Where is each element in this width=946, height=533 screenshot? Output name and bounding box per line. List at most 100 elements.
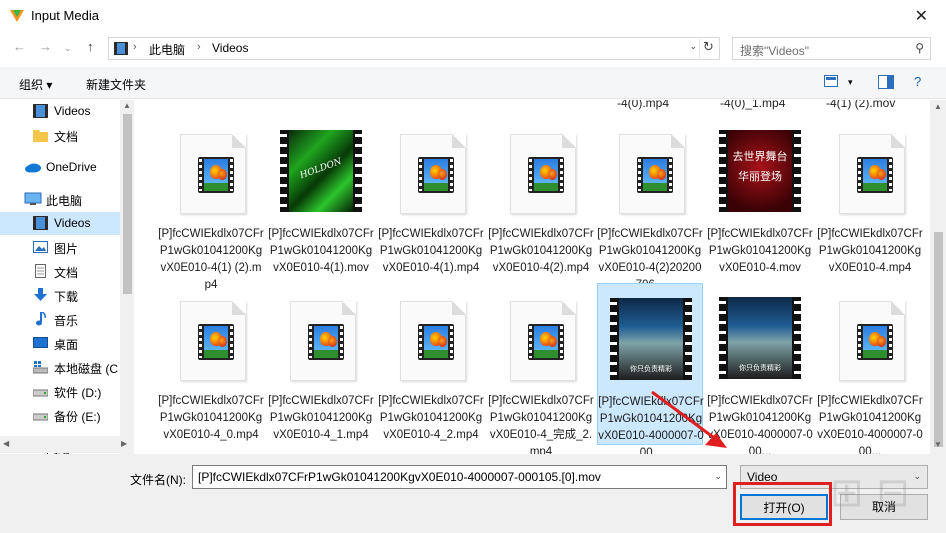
file-item[interactable]: [P]fcCWIEkdlx07CFrP1wGk01041200KgvX0E010… — [817, 283, 923, 454]
file-item[interactable]: [P]fcCWIEkdlx07CFrP1wGk01041200KgvX0E010… — [488, 283, 594, 454]
file-item[interactable]: [P]fcCWIEkdlx07CFrP1wGk01041200KgvX0E010… — [158, 283, 264, 445]
address-bar[interactable]: › 此电脑 › Videos ⌄ ↻ — [108, 37, 720, 60]
file-name: [P]fcCWIEkdlx07CFrP1wGk01041200KgvX0E010… — [268, 395, 374, 441]
thumbnail-text: HOLDON — [298, 156, 344, 182]
chevron-down-icon[interactable]: ⌄ — [689, 41, 697, 52]
search-icon: ⚲ — [915, 41, 924, 55]
command-toolbar: 组织 ▾ 新建文件夹 ▾ ? — [0, 67, 946, 99]
up-icon[interactable]: ↑ — [87, 39, 94, 54]
title-bar: Input Media ✕ — [0, 0, 946, 32]
filename-field[interactable]: [P]fcCWIEkdlx07CFrP1wGk01041200KgvX0E010… — [192, 465, 727, 489]
file-item[interactable]: [P]fcCWIEkdlx07CFrP1wGk01041200KgvX0E010… — [158, 116, 264, 291]
preview-pane-icon[interactable] — [878, 75, 894, 89]
file-name: [P]fcCWIEkdlx07CFrP1wGk01041200KgvX0E010… — [378, 228, 484, 274]
sidebar-item-drive-c[interactable]: 本地磁盘 (C — [0, 356, 120, 379]
video-file-icon — [831, 134, 909, 214]
file-item[interactable]: [P]fcCWIEkdlx07CFrP1wGk01041200KgvX0E010… — [817, 116, 923, 278]
view-icon[interactable] — [824, 75, 838, 87]
sidebar-item-this-pc[interactable]: 此电脑 — [0, 188, 120, 211]
sidebar-item-label: 本地磁盘 (C — [54, 362, 118, 376]
chevron-down-icon[interactable]: ⌄ — [714, 471, 722, 482]
file-item[interactable]: [P]fcCWIEkdlx07CFrP1wGk01041200KgvX0E010… — [597, 116, 703, 291]
file-item[interactable]: [P]fcCWIEkdlx07CFrP1wGk01041200KgvX0E010… — [378, 116, 484, 278]
scroll-up-icon[interactable]: ▲ — [934, 102, 942, 111]
sidebar-item-drive-d[interactable]: 软件 (D:) — [0, 380, 120, 403]
sidebar-item-label: OneDrive — [46, 160, 97, 174]
scroll-left-icon[interactable]: ◀ — [3, 439, 9, 448]
forward-icon[interactable]: → — [39, 39, 52, 54]
thumbnail-text: 华丽登场 — [738, 170, 782, 183]
pictures-icon — [33, 241, 48, 253]
video-folder-icon — [114, 42, 128, 55]
sidebar-item-label: Videos — [54, 216, 91, 230]
annotation-highlight-box — [733, 482, 832, 526]
sidebar-item-documents-quick[interactable]: 文档 — [0, 124, 120, 147]
file-list-scroll-thumb[interactable] — [934, 232, 943, 447]
navigation-pane: Videos 文档 OneDrive 此电脑 Videos 图片 文档 下载 音… — [0, 100, 134, 454]
breadcrumb-videos[interactable]: Videos — [212, 41, 248, 55]
file-item[interactable]: [P]fcCWIEkdlx07CFrP1wGk01041200KgvX0E010… — [488, 116, 594, 278]
sidebar-item-onedrive[interactable]: OneDrive — [0, 156, 120, 179]
scroll-up-icon[interactable]: ▲ — [123, 101, 131, 110]
sidebar-item-music[interactable]: 音乐 — [0, 308, 120, 331]
file-name: [P]fcCWIEkdlx07CFrP1wGk01041200KgvX0E010… — [488, 395, 594, 454]
file-name-partial[interactable]: -4(1) (2).mov — [826, 100, 895, 110]
sidebar-item-videos[interactable]: Videos — [0, 212, 120, 235]
file-item[interactable]: 你只负责精彩 [P]fcCWIEkdlx07CFrP1wGk01041200Kgv… — [707, 283, 813, 454]
sidebar-scrollbar[interactable]: ▲ ▼ — [120, 100, 134, 454]
chevron-right-icon: › — [133, 41, 137, 53]
file-name: [P]fcCWIEkdlx07CFrP1wGk01041200KgvX0E010… — [817, 395, 923, 454]
file-item[interactable]: [P]fcCWIEkdlx07CFrP1wGk01041200KgvX0E010… — [378, 283, 484, 445]
drive-icon — [33, 389, 48, 397]
refresh-icon[interactable]: ↻ — [699, 39, 717, 58]
file-name: [P]fcCWIEkdlx07CFrP1wGk01041200KgvX0E010… — [158, 395, 264, 441]
sidebar-scroll-thumb[interactable] — [123, 114, 132, 294]
file-name: [P]fcCWIEkdlx07CFrP1wGk01041200KgvX0E010… — [707, 395, 813, 454]
scroll-down-icon[interactable]: ▼ — [934, 440, 942, 449]
recent-dropdown-icon[interactable]: ⌄ — [64, 43, 72, 54]
file-item[interactable]: 你只负责精彩 [P]fcCWIEkdlx07CFrP1wGk01041200Kgv… — [597, 283, 704, 454]
sidebar-item-label: 音乐 — [54, 314, 79, 328]
file-item[interactable]: HOLDON [P]fcCWIEkdlx07CFrP1wGk01041200Kgv… — [268, 116, 374, 278]
sidebar-item-drive-e[interactable]: 备份 (E:) — [0, 404, 120, 427]
file-item[interactable]: [P]fcCWIEkdlx07CFrP1wGk01041200KgvX0E010… — [268, 283, 374, 445]
breadcrumb-this-pc[interactable]: 此电脑 — [149, 41, 185, 58]
chevron-down-icon[interactable]: ⌄ — [913, 471, 921, 482]
help-icon[interactable]: ? — [914, 74, 921, 89]
computer-icon — [24, 192, 42, 205]
video-folder-icon — [33, 216, 48, 230]
video-file-icon — [502, 301, 580, 381]
view-dropdown-icon[interactable]: ▾ — [848, 77, 853, 88]
file-name: [P]fcCWIEkdlx07CFrP1wGk01041200KgvX0E010… — [817, 228, 923, 274]
sidebar-item-label: 此电脑 — [46, 194, 83, 208]
sidebar-item-label: 下载 — [54, 290, 79, 304]
close-icon[interactable]: ✕ — [915, 6, 928, 26]
sidebar-item-pictures[interactable]: 图片 — [0, 236, 120, 259]
file-name-partial[interactable]: -4(0).mp4 — [617, 100, 669, 110]
scroll-right-icon[interactable]: ▶ — [121, 439, 127, 448]
file-item[interactable]: 去世界舞台 华丽登场 [P]fcCWIEkdlx07CFrP1wGk01041200… — [707, 116, 813, 278]
folder-icon — [33, 130, 48, 142]
search-input[interactable]: 搜索"Videos" ⚲ — [732, 37, 931, 60]
thumbnail-text: 你只负责精彩 — [739, 364, 781, 372]
new-folder-button[interactable]: 新建文件夹 — [86, 76, 146, 93]
music-icon — [36, 312, 46, 326]
organize-button[interactable]: 组织 ▾ — [19, 76, 52, 93]
video-file-icon — [611, 134, 689, 214]
drive-icon — [33, 413, 48, 421]
video-thumbnail: 你只负责精彩 — [610, 298, 692, 380]
thumbnail-text: 去世界舞台 — [732, 150, 788, 163]
sidebar-item-downloads[interactable]: 下载 — [0, 284, 120, 307]
sidebar-item-label: 桌面 — [54, 338, 79, 352]
sidebar-item-documents[interactable]: 文档 — [0, 260, 120, 283]
file-name-partial[interactable]: -4(0)_1.mp4 — [720, 100, 785, 110]
file-list-scrollbar[interactable]: ▲ ▼ — [930, 100, 946, 454]
video-file-icon — [172, 301, 250, 381]
sidebar-item-videos-quick[interactable]: Videos — [0, 100, 120, 123]
sidebar-item-desktop[interactable]: 桌面 — [0, 332, 120, 355]
sidebar-horizontal-scrollbar[interactable]: ◀ ▶ — [0, 436, 134, 453]
back-icon[interactable]: ← — [13, 39, 26, 54]
chevron-right-icon: › — [197, 41, 201, 53]
cloud-icon — [25, 163, 41, 173]
video-file-icon — [502, 134, 580, 214]
